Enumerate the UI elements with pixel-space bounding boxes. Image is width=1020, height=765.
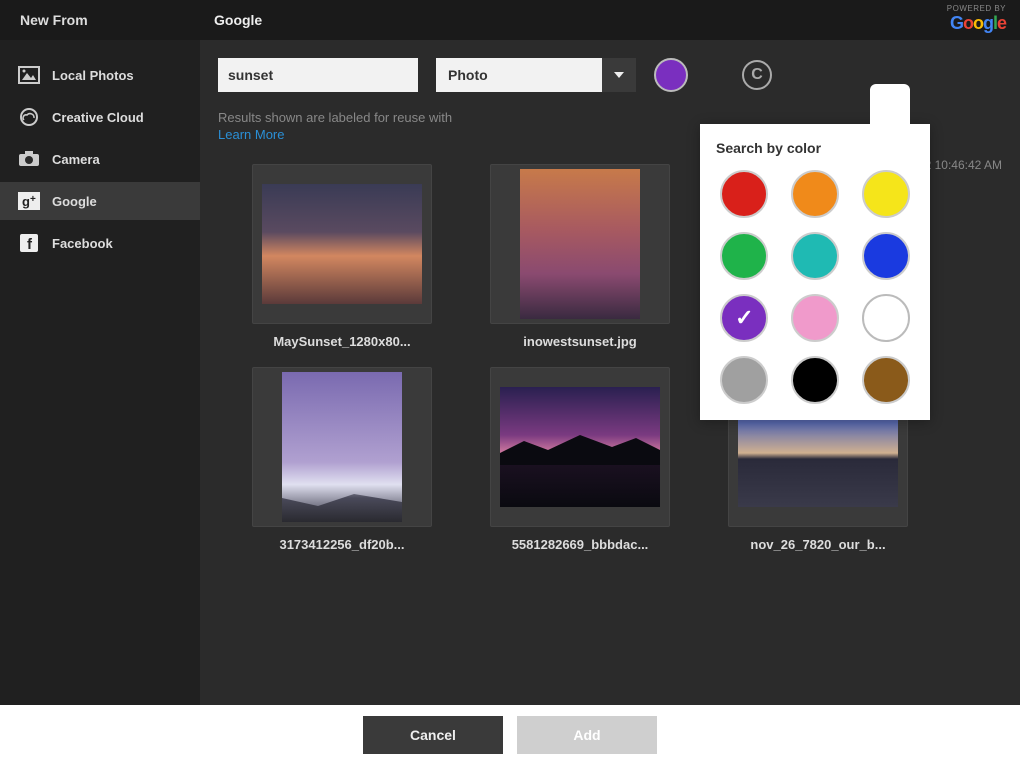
result-filename: 3173412256_df20b... xyxy=(279,537,404,552)
sidebar-item-creative-cloud[interactable]: Creative Cloud xyxy=(0,98,200,136)
sidebar-item-label: Facebook xyxy=(52,236,113,251)
result-item[interactable]: inowestsunset.jpg xyxy=(470,164,690,349)
color-swatch-purple[interactable] xyxy=(720,294,768,342)
color-filter-button[interactable] xyxy=(654,58,688,92)
sidebar-item-camera[interactable]: Camera xyxy=(0,140,200,178)
powered-by-label: POWERED BY xyxy=(947,4,1006,13)
color-swatch-green[interactable] xyxy=(720,232,768,280)
thumbnail-image xyxy=(262,184,422,304)
image-icon xyxy=(18,66,40,84)
thumbnail-image xyxy=(500,387,660,507)
type-select[interactable]: Photo xyxy=(436,58,636,92)
color-swatch-pink[interactable] xyxy=(791,294,839,342)
result-item[interactable]: 3173412256_df20b... xyxy=(232,367,452,552)
sidebar-item-local-photos[interactable]: Local Photos xyxy=(0,56,200,94)
cancel-button[interactable]: Cancel xyxy=(363,716,503,754)
sidebar: Local Photos Creative Cloud Camera g+ Go… xyxy=(0,40,200,705)
main-panel: Photo C Results shown are labeled for re… xyxy=(200,40,1020,705)
topbar: New From Google POWERED BY Google xyxy=(0,0,1020,40)
sidebar-item-label: Local Photos xyxy=(52,68,134,83)
add-button[interactable]: Add xyxy=(517,716,657,754)
license-filter-button[interactable]: C xyxy=(742,60,772,90)
search-input[interactable] xyxy=(218,58,418,92)
result-item[interactable]: 5581282669_bbbdac... xyxy=(470,367,690,552)
result-item[interactable]: MaySunset_1280x80... xyxy=(232,164,452,349)
facebook-icon: f xyxy=(18,234,40,252)
result-filename: nov_26_7820_our_b... xyxy=(750,537,885,552)
color-swatch-black[interactable] xyxy=(791,356,839,404)
thumbnail-image xyxy=(520,169,640,319)
result-filename: inowestsunset.jpg xyxy=(523,334,636,349)
sidebar-item-label: Creative Cloud xyxy=(52,110,144,125)
result-filename: MaySunset_1280x80... xyxy=(273,334,410,349)
google-plus-icon: g+ xyxy=(18,192,40,210)
color-swatch-blue[interactable] xyxy=(862,232,910,280)
color-swatch-teal[interactable] xyxy=(791,232,839,280)
thumbnail-image xyxy=(282,372,402,522)
color-swatch-orange[interactable] xyxy=(791,170,839,218)
type-select-label: Photo xyxy=(436,67,602,83)
google-logo-icon: Google xyxy=(947,13,1006,34)
color-swatch-white[interactable] xyxy=(862,294,910,342)
color-swatch-grid xyxy=(716,170,914,404)
color-swatch-red[interactable] xyxy=(720,170,768,218)
topbar-new-from-label: New From xyxy=(0,12,200,28)
sidebar-item-google[interactable]: g+ Google xyxy=(0,182,200,220)
type-select-caret xyxy=(602,58,636,92)
color-swatch-gray[interactable] xyxy=(720,356,768,404)
color-popover-title: Search by color xyxy=(716,140,914,156)
bottom-bar: Cancel Add xyxy=(0,705,1020,765)
sidebar-item-label: Camera xyxy=(52,152,100,167)
sidebar-item-facebook[interactable]: f Facebook xyxy=(0,224,200,262)
camera-icon xyxy=(18,150,40,168)
result-filename: 5581282669_bbbdac... xyxy=(512,537,649,552)
color-swatch-brown[interactable] xyxy=(862,356,910,404)
color-popover: Search by color xyxy=(700,124,930,420)
topbar-source-title: Google xyxy=(200,12,262,28)
chevron-down-icon xyxy=(614,72,624,78)
sidebar-item-label: Google xyxy=(52,194,97,209)
svg-text:+: + xyxy=(30,194,36,205)
creative-cloud-icon xyxy=(18,108,40,126)
svg-text:g: g xyxy=(22,194,30,209)
color-swatch-yellow[interactable] xyxy=(862,170,910,218)
powered-by-google: POWERED BY Google xyxy=(947,4,1006,34)
